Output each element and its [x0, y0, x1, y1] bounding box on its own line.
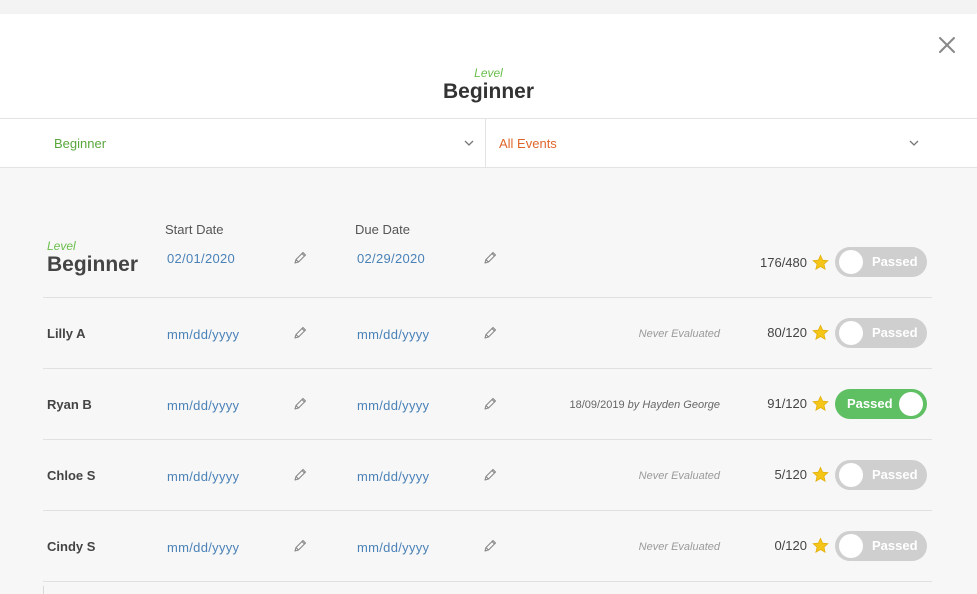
student-due-date[interactable]: mm/dd/yyyy	[357, 398, 429, 413]
chevron-down-icon	[464, 140, 474, 146]
passed-toggle[interactable]: Passed	[835, 389, 927, 419]
toggle-label: Passed	[872, 254, 918, 269]
passed-toggle[interactable]: Passed	[835, 460, 927, 490]
pencil-icon[interactable]	[482, 467, 498, 483]
chevron-down-icon	[909, 140, 919, 146]
students-panel: Level Beginner Start Date Due Date 02/01…	[0, 168, 977, 594]
student-start-date[interactable]: mm/dd/yyyy	[167, 469, 239, 484]
student-name: Cindy S	[47, 539, 96, 554]
evaluation-date: 18/09/2019	[569, 399, 625, 411]
student-score: 0/120	[774, 538, 807, 553]
toggle-label: Passed	[872, 467, 918, 482]
pencil-icon[interactable]	[482, 250, 498, 266]
close-icon	[939, 37, 955, 53]
star-icon	[812, 466, 829, 482]
due-date-header: Due Date	[355, 222, 410, 237]
level-passed-toggle[interactable]: Passed	[835, 247, 927, 277]
level-start-date[interactable]: 02/01/2020	[167, 251, 235, 266]
student-start-date[interactable]: mm/dd/yyyy	[167, 398, 239, 413]
student-row: Lilly A mm/dd/yyyy mm/dd/yyyy Never Eval…	[43, 298, 932, 369]
student-score: 91/120	[767, 396, 807, 411]
level-due-date[interactable]: 02/29/2020	[357, 251, 425, 266]
toggle-knob	[839, 250, 863, 274]
pencil-icon[interactable]	[292, 467, 308, 483]
header-level-title: Beginner	[442, 80, 534, 103]
student-start-date[interactable]: mm/dd/yyyy	[167, 327, 239, 342]
toggle-label: Passed	[872, 325, 918, 340]
student-row: Cindy S mm/dd/yyyy mm/dd/yyyy Never Eval…	[43, 511, 932, 582]
evaluation-status: Never Evaluated	[638, 470, 720, 482]
student-due-date[interactable]: mm/dd/yyyy	[357, 540, 429, 555]
student-name: Chloe S	[47, 468, 96, 483]
pencil-icon[interactable]	[292, 325, 308, 341]
star-icon	[812, 537, 829, 553]
student-due-date[interactable]: mm/dd/yyyy	[357, 469, 429, 484]
toggle-label: Passed	[847, 396, 893, 411]
evaluator-prefix: by	[627, 399, 640, 411]
star-icon	[812, 254, 829, 270]
evaluation-modal: Level Beginner Beginner All Events Level…	[0, 14, 977, 594]
row-level-kicker: Level	[47, 239, 76, 253]
close-button[interactable]	[934, 32, 960, 58]
student-row: Chloe S mm/dd/yyyy mm/dd/yyyy Never Eval…	[43, 440, 932, 511]
student-score: 80/120	[767, 325, 807, 340]
events-select-value: All Events	[499, 136, 557, 151]
student-start-date[interactable]: mm/dd/yyyy	[167, 540, 239, 555]
toggle-knob	[839, 534, 863, 558]
header-level-kicker: Level	[474, 66, 503, 80]
pencil-icon[interactable]	[292, 250, 308, 266]
modal-header: Level Beginner	[0, 14, 977, 118]
toggle-knob	[839, 321, 863, 345]
student-due-date[interactable]: mm/dd/yyyy	[357, 327, 429, 342]
evaluation-info: 18/09/2019 by Hayden George	[570, 399, 720, 411]
filter-bar: Beginner All Events	[0, 118, 977, 168]
student-score: 5/120	[774, 467, 807, 482]
student-name: Ryan B	[47, 397, 92, 412]
pencil-icon[interactable]	[482, 325, 498, 341]
level-score: 176/480	[760, 255, 807, 270]
passed-toggle[interactable]: Passed	[835, 531, 927, 561]
evaluation-status: Never Evaluated	[638, 541, 720, 553]
toggle-label: Passed	[872, 538, 918, 553]
events-select[interactable]: All Events	[487, 119, 977, 167]
star-icon	[812, 395, 829, 411]
divider	[43, 586, 44, 594]
toggle-knob	[839, 463, 863, 487]
start-date-header: Start Date	[165, 222, 224, 237]
pencil-icon[interactable]	[482, 396, 498, 412]
pencil-icon[interactable]	[292, 538, 308, 554]
level-select-value: Beginner	[54, 136, 107, 151]
row-level-title: Beginner	[47, 253, 139, 276]
toggle-knob	[899, 392, 923, 416]
evaluator-name: Hayden George	[642, 399, 720, 411]
pencil-icon[interactable]	[482, 538, 498, 554]
student-name: Lilly A	[47, 326, 86, 341]
star-icon	[812, 324, 829, 340]
pencil-icon[interactable]	[292, 396, 308, 412]
level-select[interactable]: Beginner	[0, 119, 486, 167]
evaluation-status: Never Evaluated	[638, 328, 720, 340]
passed-toggle[interactable]: Passed	[835, 318, 927, 348]
student-row: Ryan B mm/dd/yyyy mm/dd/yyyy 18/09/2019 …	[43, 369, 932, 440]
level-summary-row: Level Beginner Start Date Due Date 02/01…	[43, 222, 932, 298]
